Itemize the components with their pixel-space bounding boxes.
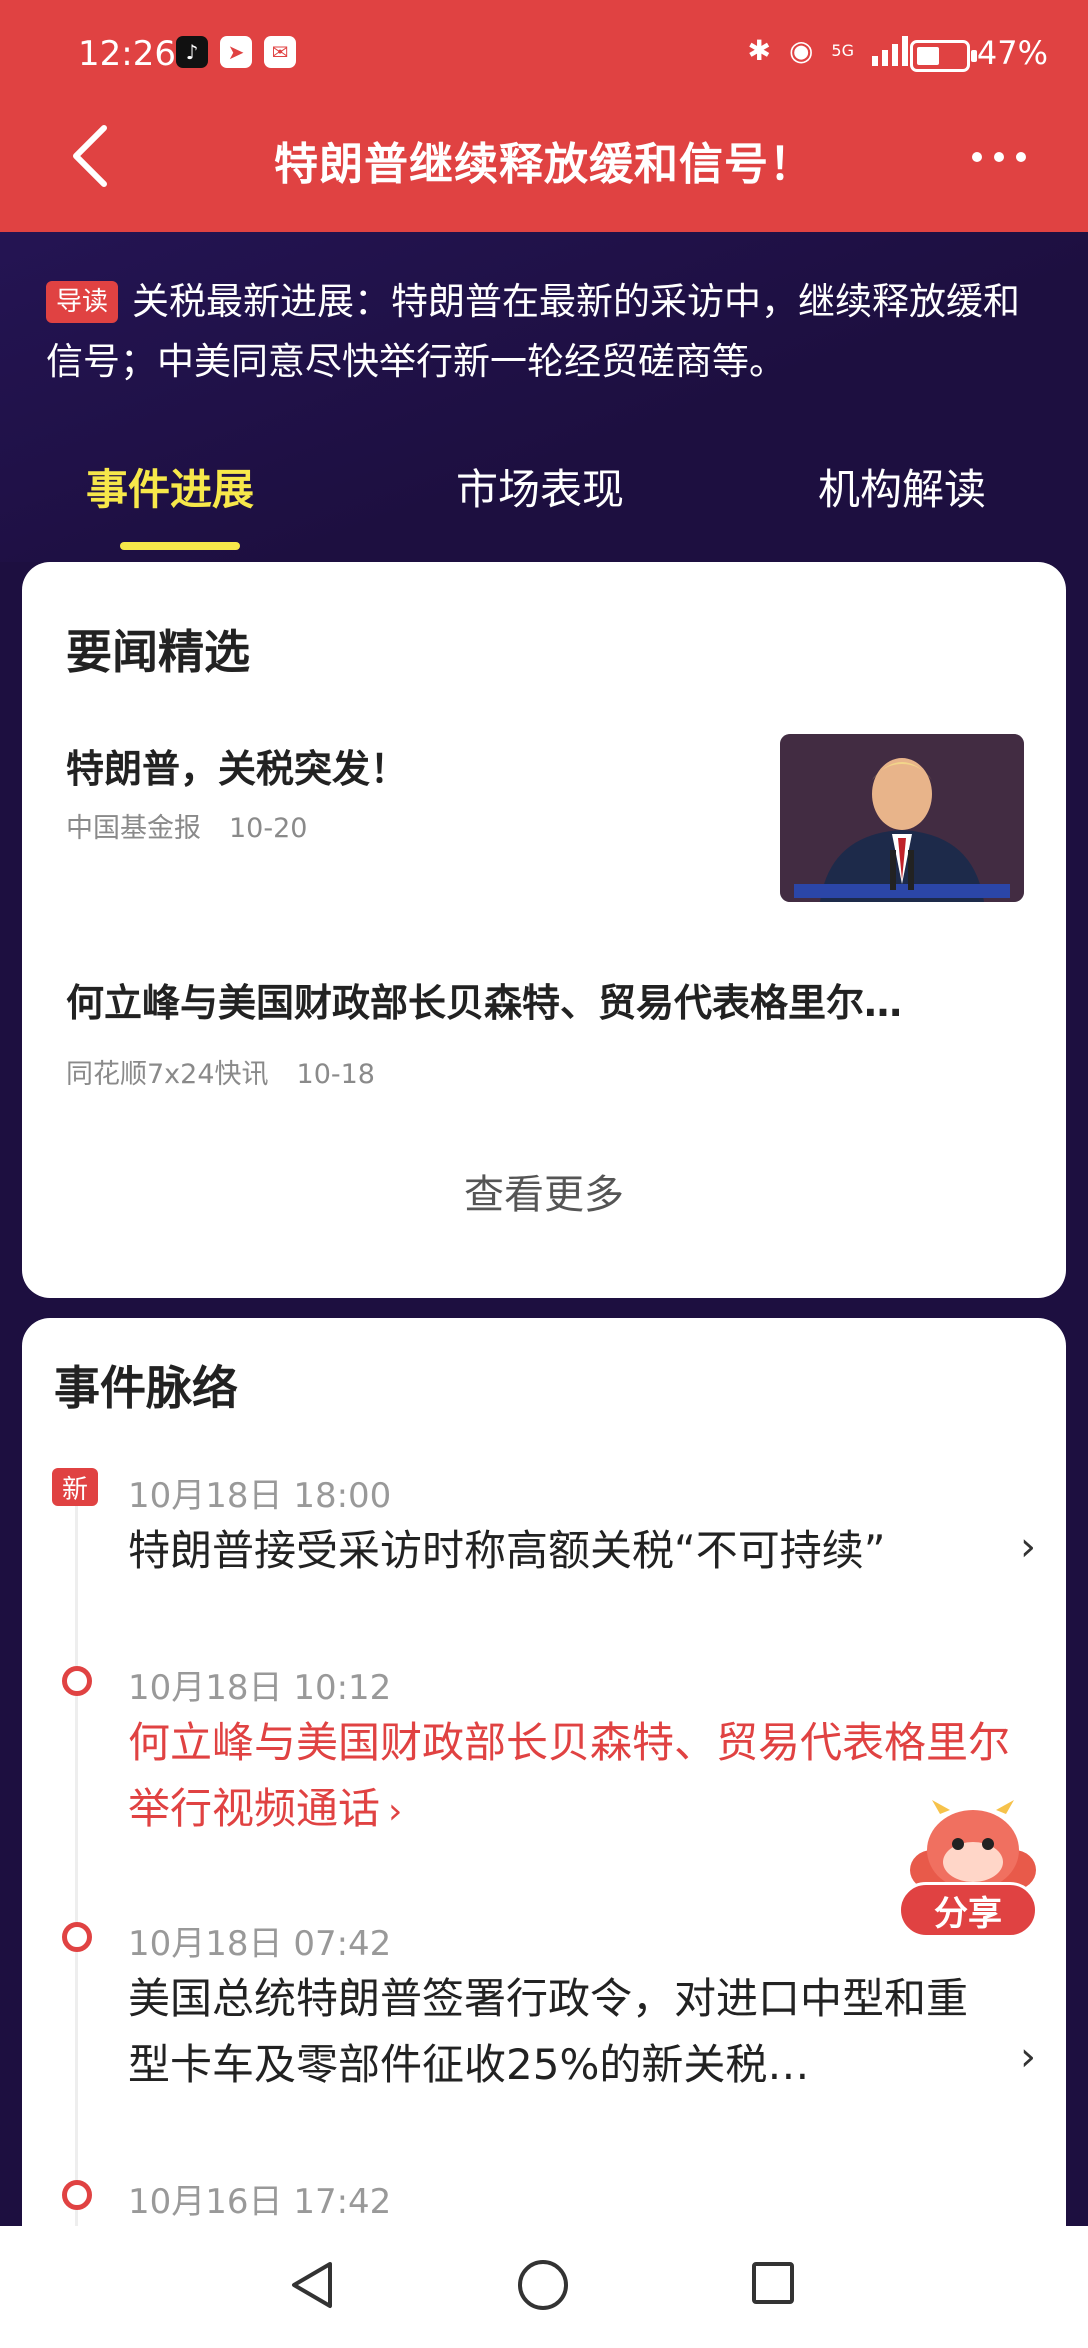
timeline-dot	[62, 1922, 92, 1952]
news-item-meta: 同花顺7x24快讯 10-18	[66, 1052, 375, 1091]
tab-institutions[interactable]: 机构解读	[818, 456, 986, 517]
news-item-title[interactable]: 何立峰与美国财政部长贝森特、贸易代表格里尔…	[66, 972, 1026, 1027]
share-button[interactable]: 分享	[888, 1800, 1058, 1950]
battery-fill	[917, 47, 939, 65]
signal-icon	[872, 35, 908, 66]
screen: 12:26 ♪ ➤ ✉ ✱ ◉ 5G 47% 特朗普继续释放缓和信号！ 导读 关…	[0, 0, 1088, 2348]
timeline-dot	[62, 2180, 92, 2210]
chevron-right-icon: ›	[1020, 1524, 1036, 1570]
tiktok-icon: ♪	[176, 36, 208, 68]
notification-icons: ♪ ➤ ✉	[176, 36, 296, 68]
timeline-event[interactable]: 特朗普接受采访时称高额关税“不可持续”	[128, 1518, 1028, 1584]
news-item-date: 10-20	[229, 813, 308, 844]
tab-events[interactable]: 事件进展	[86, 456, 254, 517]
see-more-button[interactable]: 查看更多	[22, 1162, 1066, 1220]
timeline-event-text: 特朗普接受采访时称高额关税“不可持续”	[128, 1526, 886, 1575]
nav-back-icon[interactable]	[290, 2260, 334, 2310]
chevron-right-icon: ›	[388, 1791, 403, 1832]
nav-home-icon[interactable]	[518, 2260, 568, 2310]
chevron-right-icon: ›	[1020, 2034, 1036, 2080]
timeline-event-text: 美国总统特朗普签署行政令，对进口中型和重型卡车及零部件征收25%的新关税…	[128, 1974, 969, 2089]
new-badge: 新	[52, 1468, 98, 1506]
network-type: 5G	[831, 40, 854, 60]
news-item-date: 10-18	[296, 1059, 375, 1090]
timeline-event[interactable]: 美国总统特朗普签署行政令，对进口中型和重型卡车及零部件征收25%的新关税…	[128, 1966, 988, 2098]
news-card-title: 要闻精选	[66, 625, 250, 679]
system-icons: ✱ ◉ 5G	[748, 34, 908, 67]
battery-icon	[910, 40, 970, 72]
battery-percent: 47%	[976, 34, 1048, 72]
timeline-time: 10月18日 18:00	[128, 1476, 392, 1516]
status-time: 12:26	[78, 34, 176, 74]
lead-summary: 导读 关税最新进展：特朗普在最新的采访中，继续释放缓和信号；中美同意尽快举行新一轮…	[46, 272, 1046, 392]
share-label: 分享	[898, 1882, 1038, 1938]
timeline-time: 10月16日 17:42	[128, 2182, 392, 2222]
tab-bar: 事件进展 市场表现 机构解读	[0, 456, 1088, 556]
lead-tag: 导读	[46, 281, 119, 323]
nav-recents-icon[interactable]	[752, 2262, 794, 2304]
bluetooth-icon: ✱	[747, 34, 771, 67]
news-item-source: 同花顺7x24快讯	[66, 1059, 269, 1090]
hotspot-icon: ◉	[788, 34, 814, 67]
timeline-time: 10月18日 07:42	[128, 1924, 392, 1964]
news-thumbnail[interactable]	[780, 734, 1024, 902]
more-options-icon[interactable]	[972, 152, 1026, 162]
timeline-time: 10月18日 10:12	[128, 1668, 392, 1708]
top-bar: 12:26 ♪ ➤ ✉ ✱ ◉ 5G 47% 特朗普继续释放缓和信号！	[0, 0, 1088, 232]
news-item-meta: 中国基金报 10-20	[66, 806, 307, 845]
wechat-icon: ✉	[264, 36, 296, 68]
news-item-title[interactable]: 特朗普，关税突发！	[66, 738, 746, 793]
page-title: 特朗普继续释放缓和信号！	[274, 139, 814, 190]
lead-text: 关税最新进展：特朗普在最新的采访中，继续释放缓和信号；中美同意尽快举行新一轮经贸…	[46, 280, 1021, 383]
timeline-card-title: 事件脉络	[54, 1361, 238, 1415]
back-icon[interactable]	[70, 124, 110, 188]
status-bar: 12:26 ♪ ➤ ✉ ✱ ◉ 5G 47%	[0, 28, 1088, 84]
navigation-bar	[0, 2226, 1088, 2348]
tab-market[interactable]: 市场表现	[456, 456, 624, 517]
news-item-source: 中国基金报	[66, 813, 201, 844]
tab-active-indicator	[120, 542, 240, 550]
timeline-event-text: 何立峰与美国财政部长贝森特、贸易代表格里尔举行视频通话	[128, 1718, 1011, 1833]
send-icon: ➤	[220, 36, 252, 68]
timeline-dot	[62, 1666, 92, 1696]
news-card: 要闻精选 特朗普，关税突发！ 中国基金报 10-20 何立峰与美国财政部长贝森特、…	[22, 562, 1066, 1298]
